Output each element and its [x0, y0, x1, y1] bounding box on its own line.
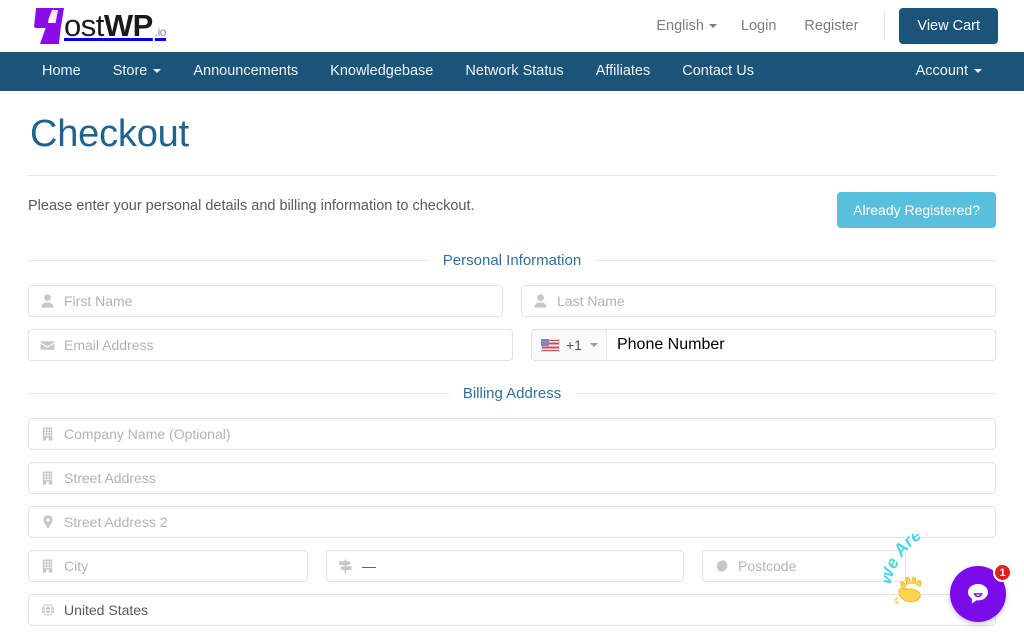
country-value: United States: [64, 602, 149, 618]
nav-item-account-label: Account: [915, 63, 968, 79]
site-header: ostWP .io English Login Register View Car…: [0, 0, 1024, 52]
intro-text: Please enter your personal details and b…: [28, 198, 475, 214]
globe-icon: [39, 602, 56, 619]
chevron-down-icon: [589, 343, 598, 347]
country-row: United States: [28, 594, 996, 626]
first-name-placeholder: First Name: [64, 293, 133, 309]
live-chat-widget[interactable]: We Are Here!: [884, 534, 1016, 626]
postcode-placeholder: Postcode: [738, 558, 797, 574]
map-signs-icon: [337, 558, 354, 575]
waving-hand-icon: [893, 574, 928, 612]
last-name-placeholder: Last Name: [557, 293, 625, 309]
company-row: Company Name (Optional): [28, 418, 996, 450]
building-icon: [39, 558, 56, 575]
chat-unread-badge: 1: [993, 563, 1012, 582]
address1-row: Street Address: [28, 462, 996, 494]
section-rule-left: [28, 260, 429, 261]
first-name-input[interactable]: First Name: [28, 285, 503, 317]
name-row: First Name Last Name: [28, 285, 996, 317]
section-rule-right: [575, 393, 997, 394]
street-address-2-placeholder: Street Address 2: [64, 514, 168, 530]
chevron-down-icon: [153, 69, 162, 73]
utility-nav: English Login Register View Cart: [642, 8, 998, 44]
street-address-placeholder: Street Address: [64, 470, 156, 486]
phone-number-input[interactable]: Phone Number: [607, 330, 995, 360]
header-divider: [884, 12, 886, 40]
language-selector[interactable]: English: [642, 12, 727, 40]
logo-tld: .io: [154, 25, 167, 39]
title-divider: [28, 175, 996, 176]
logo-wordmark: ostWP .io: [64, 8, 166, 44]
street-address-input[interactable]: Street Address: [28, 462, 996, 494]
city-state-postcode-row: City — Postcode: [28, 550, 996, 582]
dial-code-label: +1: [566, 337, 582, 353]
postcode-input[interactable]: Postcode: [702, 550, 906, 582]
main-content: Checkout Please enter your personal deta…: [0, 113, 1024, 626]
nav-item-affiliates[interactable]: Affiliates: [580, 52, 667, 91]
nav-item-home[interactable]: Home: [30, 52, 97, 91]
building-icon: [39, 426, 56, 443]
contact-row: Email Address +1 Phone Number: [28, 329, 996, 361]
register-link[interactable]: Register: [790, 12, 872, 40]
email-placeholder: Email Address: [64, 337, 154, 353]
logo-word-bold: WP: [103, 8, 153, 43]
state-value: —: [362, 558, 376, 574]
nav-item-store-label: Store: [112, 63, 148, 79]
page-title: Checkout: [30, 113, 189, 155]
street-address-2-input[interactable]: Street Address 2: [28, 506, 996, 538]
section-header-personal-information: Personal Information: [28, 252, 996, 269]
user-icon: [39, 293, 56, 310]
cog-icon: [713, 558, 730, 575]
state-select[interactable]: —: [326, 550, 684, 582]
already-registered-button[interactable]: Already Registered?: [837, 192, 996, 228]
email-input[interactable]: Email Address: [28, 329, 513, 361]
language-label: English: [656, 18, 704, 34]
chevron-down-icon: [974, 69, 982, 73]
nav-item-account[interactable]: Account: [900, 52, 998, 91]
country-dial-code-selector[interactable]: +1: [532, 330, 607, 360]
last-name-input[interactable]: Last Name: [521, 285, 996, 317]
nav-item-contact-us[interactable]: Contact Us: [666, 52, 770, 91]
logo-link[interactable]: ostWP .io: [28, 0, 166, 52]
map-marker-icon: [39, 514, 56, 531]
view-cart-button[interactable]: View Cart: [899, 8, 998, 44]
user-icon: [532, 293, 549, 310]
address2-row: Street Address 2: [28, 506, 996, 538]
phone-field-group: +1 Phone Number: [531, 329, 996, 361]
section-rule-right: [595, 260, 996, 261]
phone-placeholder: Phone Number: [616, 336, 725, 353]
company-name-input[interactable]: Company Name (Optional): [28, 418, 996, 450]
country-select[interactable]: United States: [28, 594, 996, 626]
login-link[interactable]: Login: [727, 12, 790, 40]
us-flag-icon: [541, 338, 560, 352]
section-title-personal: Personal Information: [442, 252, 582, 269]
section-header-billing-address: Billing Address: [28, 385, 997, 402]
section-title-billing: Billing Address: [462, 385, 562, 402]
city-input[interactable]: City: [28, 550, 308, 582]
nav-item-knowledgebase[interactable]: Knowledgebase: [314, 52, 449, 91]
logo-word-light: ost: [64, 8, 104, 43]
building-icon: [39, 470, 56, 487]
primary-nav: Home Store Announcements Knowledgebase N…: [0, 52, 1024, 91]
chevron-down-icon: [708, 24, 717, 28]
section-rule-left: [28, 393, 449, 394]
nav-item-announcements[interactable]: Announcements: [177, 52, 314, 91]
nav-item-network-status[interactable]: Network Status: [449, 52, 579, 91]
nav-item-store[interactable]: Store: [97, 52, 178, 91]
city-placeholder: City: [64, 558, 89, 574]
company-name-placeholder: Company Name (Optional): [64, 426, 231, 442]
envelope-icon: [39, 337, 56, 354]
intro-row: Please enter your personal details and b…: [28, 192, 996, 228]
